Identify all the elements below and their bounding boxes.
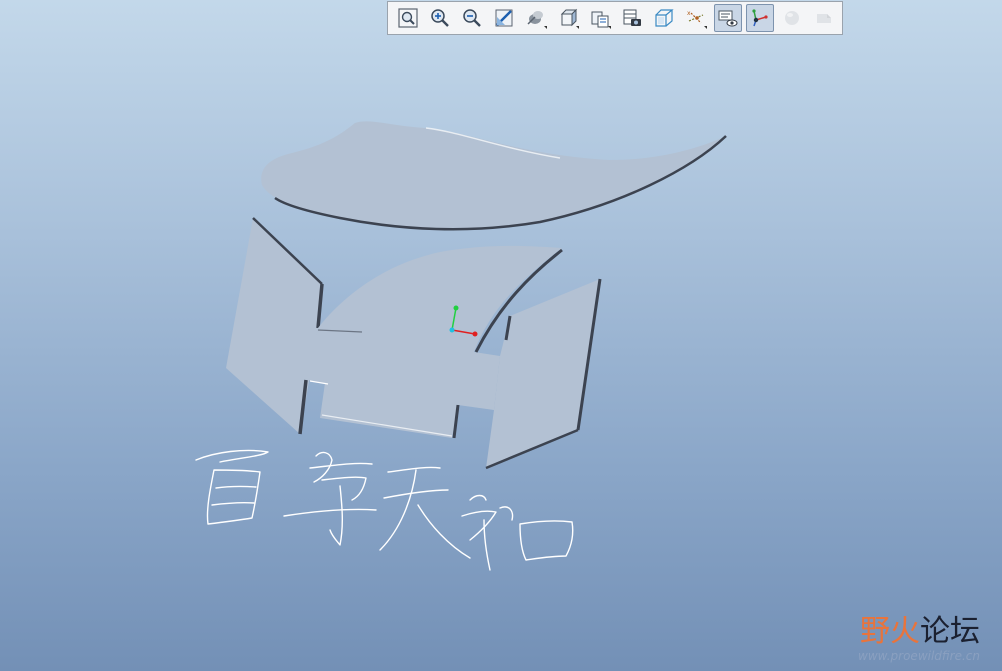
display-style-button[interactable] [522, 4, 550, 32]
section-button[interactable] [810, 4, 838, 32]
zoom-in-icon [431, 9, 449, 27]
refit-button[interactable] [394, 4, 422, 32]
view-toolbar: x [387, 1, 843, 35]
forum-watermark: 野火论坛 www.proewildfire.cn [858, 615, 980, 664]
svg-text:x: x [687, 10, 691, 17]
logo-3d-model[interactable] [0, 0, 1002, 671]
refit-icon [398, 8, 418, 28]
datum-display-button[interactable]: x [682, 4, 710, 32]
watermark-title: 野火论坛 [858, 615, 980, 649]
annotation-eye-icon [718, 10, 738, 27]
zoom-in-button[interactable] [426, 4, 454, 32]
left-block [226, 218, 322, 434]
swoosh-shape [261, 121, 726, 230]
watermark-url: www.proewildfire.cn [858, 649, 980, 663]
perspective-button[interactable] [650, 4, 678, 32]
spin-center-button[interactable] [746, 4, 774, 32]
calligraphy-outline [195, 449, 574, 571]
section-icon [817, 14, 831, 23]
zoom-out-icon [463, 9, 481, 27]
saved-orientations-button[interactable] [554, 4, 582, 32]
spin-center-icon [752, 9, 768, 27]
annotation-display-button[interactable] [714, 4, 742, 32]
sphere-button[interactable] [778, 4, 806, 32]
appearances-button[interactable] [618, 4, 646, 32]
wire-cube-icon [655, 9, 674, 27]
watermark-title-part2: 论坛 [920, 614, 980, 649]
zoom-out-button[interactable] [458, 4, 486, 32]
camera-table-icon [623, 9, 641, 26]
repaint-button[interactable] [490, 4, 518, 32]
repaint-icon [495, 9, 513, 27]
sphere-icon [785, 11, 799, 25]
watermark-title-part1: 野火 [860, 614, 920, 649]
model-viewport[interactable]: x 野火论坛 www.proewildfire.cn [0, 0, 1002, 671]
view-manager-button[interactable] [586, 4, 614, 32]
